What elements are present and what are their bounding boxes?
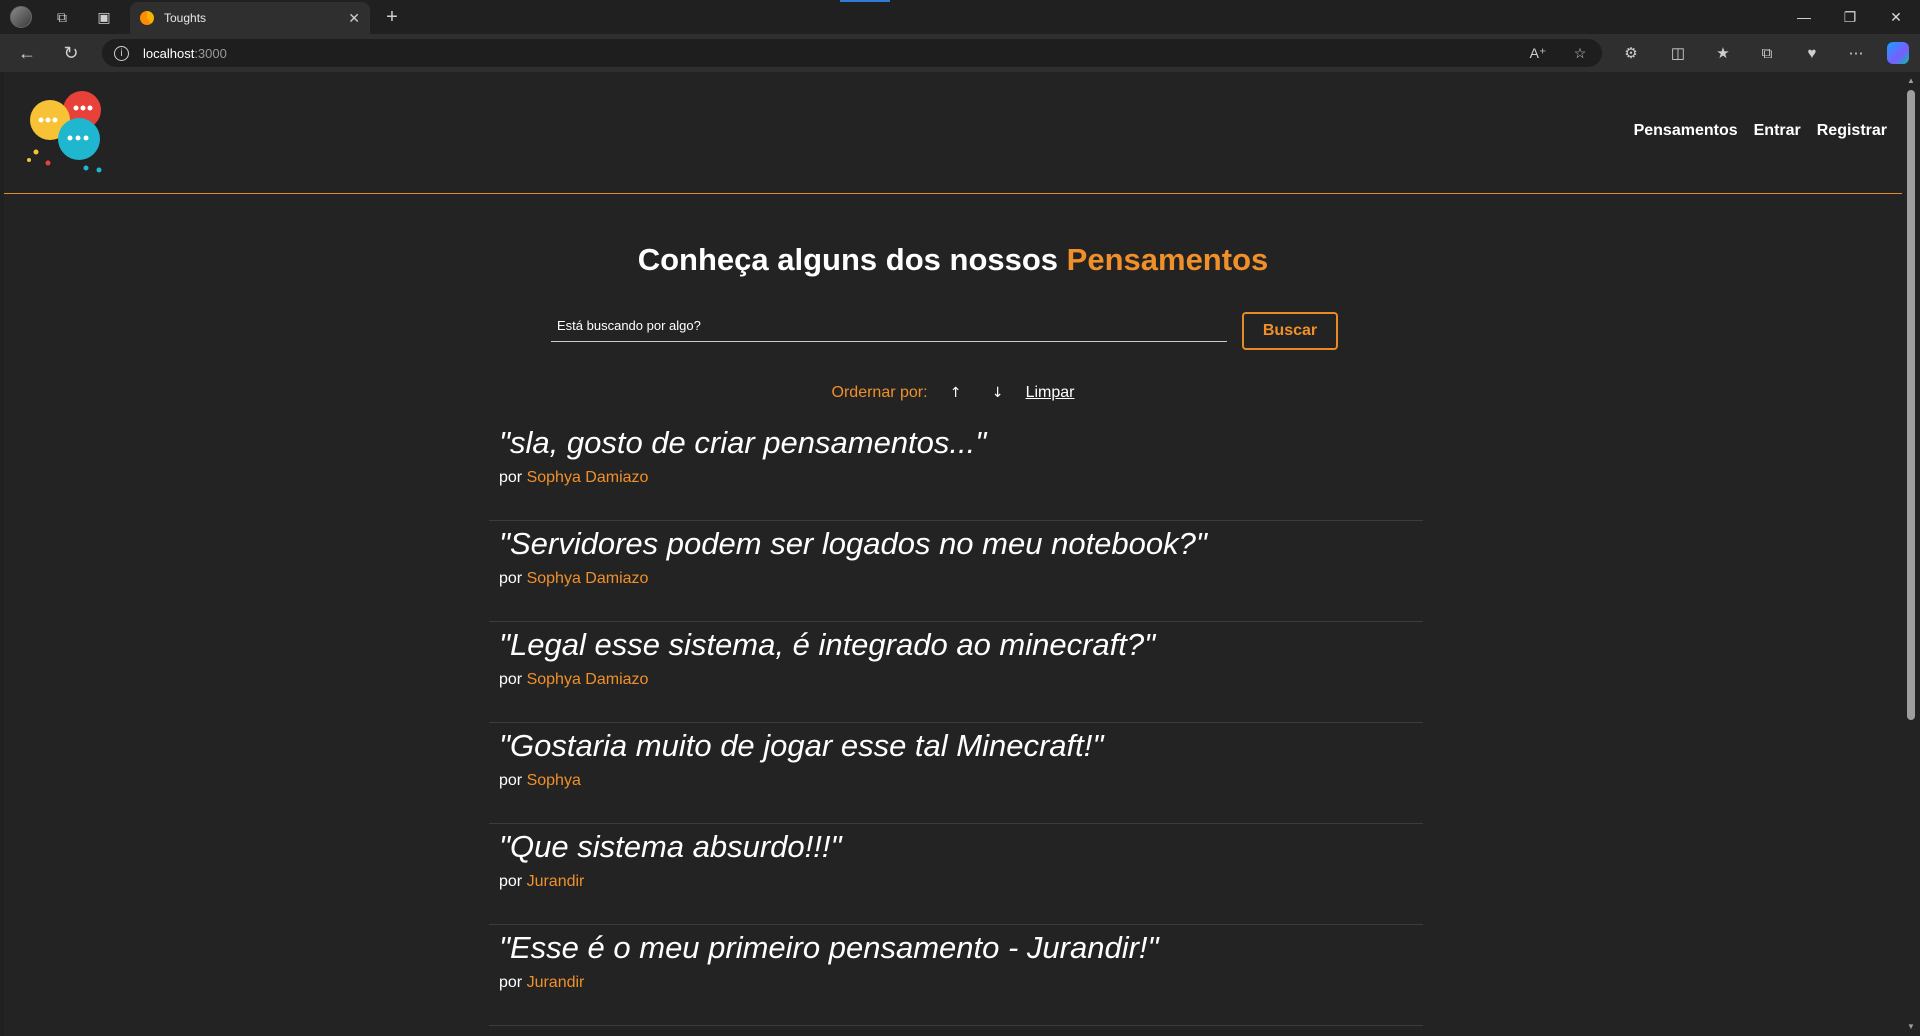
thought-card: "Esse é o meu primeiro pensamento - Jura… bbox=[489, 925, 1423, 1026]
thought-card: "Legal esse sistema, é integrado ao mine… bbox=[489, 622, 1423, 723]
nav-link-entrar[interactable]: Entrar bbox=[1754, 122, 1801, 140]
tab-favicon-icon bbox=[140, 11, 154, 25]
thought-meta: por Sophya Damiazo bbox=[499, 469, 1423, 487]
page-title-accent: Pensamentos bbox=[1066, 242, 1269, 277]
thought-meta: por Jurandir bbox=[499, 873, 1423, 891]
search-button[interactable]: Buscar bbox=[1242, 312, 1338, 350]
by-label: por bbox=[499, 873, 523, 890]
site-header: Pensamentos Entrar Registrar bbox=[4, 72, 1902, 194]
by-label: por bbox=[499, 974, 523, 991]
tab-toughts[interactable]: Toughts ✕ bbox=[130, 2, 370, 34]
by-label: por bbox=[499, 469, 523, 486]
favorites-icon[interactable]: ★ bbox=[1709, 41, 1737, 65]
url-field[interactable]: i localhost :3000 A⁺ ☆ bbox=[102, 39, 1602, 67]
restore-icon[interactable]: ❐ bbox=[1832, 4, 1868, 30]
workspaces-icon[interactable]: ⧉ bbox=[50, 6, 74, 28]
tab-close-icon[interactable]: ✕ bbox=[348, 10, 360, 27]
close-window-icon[interactable]: ✕ bbox=[1878, 4, 1914, 30]
thought-author: Sophya Damiazo bbox=[526, 570, 649, 587]
order-ascending-icon[interactable]: ↑ bbox=[942, 385, 970, 401]
thought-author: Sophya bbox=[526, 772, 581, 789]
search-input[interactable] bbox=[551, 310, 1227, 342]
back-icon[interactable]: ← bbox=[14, 41, 40, 65]
collections-icon[interactable]: ⧉ bbox=[1753, 41, 1781, 65]
thought-card: "Gostaria muito de jogar esse tal Minecr… bbox=[489, 723, 1423, 824]
scroll-down-icon[interactable]: ▼ bbox=[1906, 1022, 1916, 1031]
more-options-icon[interactable]: ⋯ bbox=[1842, 41, 1870, 65]
thought-card: "Que sistema absurdo!!!" por Jurandir bbox=[489, 824, 1423, 925]
by-label: por bbox=[499, 671, 523, 688]
profile-avatar[interactable] bbox=[10, 6, 32, 28]
thought-text: "Legal esse sistema, é integrado ao mine… bbox=[499, 627, 1156, 662]
by-label: por bbox=[499, 570, 523, 587]
thought-author: Sophya Damiazo bbox=[526, 469, 649, 486]
page-viewport: Pensamentos Entrar Registrar Conheça alg… bbox=[4, 72, 1902, 1036]
nav-link-registrar[interactable]: Registrar bbox=[1817, 122, 1887, 140]
scroll-up-icon[interactable]: ▲ bbox=[1906, 76, 1916, 85]
url-port: :3000 bbox=[194, 45, 227, 61]
extensions-icon[interactable]: ⚙ bbox=[1617, 41, 1645, 65]
site-info-icon[interactable]: i bbox=[114, 45, 129, 61]
thought-meta: por Sophya bbox=[499, 772, 1423, 790]
new-tab-button[interactable]: + bbox=[380, 6, 404, 28]
site-nav: Pensamentos Entrar Registrar bbox=[1634, 122, 1887, 140]
thought-text: "Que sistema absurdo!!!" bbox=[499, 829, 842, 864]
thought-meta: por Sophya Damiazo bbox=[499, 570, 1423, 588]
tab-bar-accent bbox=[840, 0, 890, 2]
thought-text: "Servidores podem ser logados no meu not… bbox=[499, 526, 1207, 561]
scrollbar-thumb[interactable] bbox=[1907, 90, 1915, 720]
thought-author: Sophya Damiazo bbox=[526, 671, 649, 688]
thought-text: "sla, gosto de criar pensamentos..." bbox=[499, 425, 987, 460]
thought-card: "sla, gosto de criar pensamentos..." por… bbox=[489, 420, 1423, 521]
browser-essentials-icon[interactable]: ♥ bbox=[1798, 41, 1826, 65]
thoughts-list: "sla, gosto de criar pensamentos..." por… bbox=[489, 420, 1423, 1026]
page-title-prefix: Conheça alguns dos nossos bbox=[637, 242, 1059, 277]
favorite-star-icon[interactable]: ☆ bbox=[1568, 41, 1592, 65]
page-title: Conheça alguns dos nossos Pensamentos bbox=[4, 242, 1902, 278]
thought-text: "Esse é o meu primeiro pensamento - Jura… bbox=[499, 930, 1159, 965]
minimize-icon[interactable]: — bbox=[1786, 4, 1822, 30]
thought-author: Jurandir bbox=[526, 873, 585, 890]
reload-icon[interactable]: ↻ bbox=[58, 41, 84, 65]
thought-text: "Gostaria muito de jogar esse tal Minecr… bbox=[499, 728, 1104, 763]
read-aloud-icon[interactable]: A⁺ bbox=[1526, 41, 1550, 65]
nav-link-pensamentos[interactable]: Pensamentos bbox=[1634, 122, 1738, 140]
browser-address-bar: ← ↻ i localhost :3000 A⁺ ☆ ⚙ ◫ ★ ⧉ ♥ ⋯ bbox=[0, 34, 1920, 72]
toughts-logo-icon[interactable] bbox=[24, 90, 114, 174]
clear-order-link[interactable]: Limpar bbox=[1026, 384, 1075, 402]
page-scrollbar[interactable]: ▲ ▼ bbox=[1902, 72, 1920, 1036]
copilot-icon[interactable] bbox=[1884, 41, 1912, 65]
order-controls: Ordernar por: ↑ ↓ Limpar bbox=[4, 384, 1902, 402]
url-host: localhost bbox=[143, 45, 195, 61]
browser-tab-bar: ⧉ ▣ Toughts ✕ + — ❐ ✕ bbox=[0, 0, 1920, 34]
tab-title: Toughts bbox=[164, 11, 207, 25]
split-screen-icon[interactable]: ◫ bbox=[1664, 41, 1692, 65]
thought-author: Jurandir bbox=[526, 974, 585, 991]
thought-meta: por Jurandir bbox=[499, 974, 1423, 992]
by-label: por bbox=[499, 772, 523, 789]
thought-meta: por Sophya Damiazo bbox=[499, 671, 1423, 689]
order-descending-icon[interactable]: ↓ bbox=[984, 385, 1012, 401]
order-label: Ordernar por: bbox=[831, 384, 928, 401]
thought-card: "Servidores podem ser logados no meu not… bbox=[489, 521, 1423, 622]
tab-actions-icon[interactable]: ▣ bbox=[92, 6, 116, 28]
